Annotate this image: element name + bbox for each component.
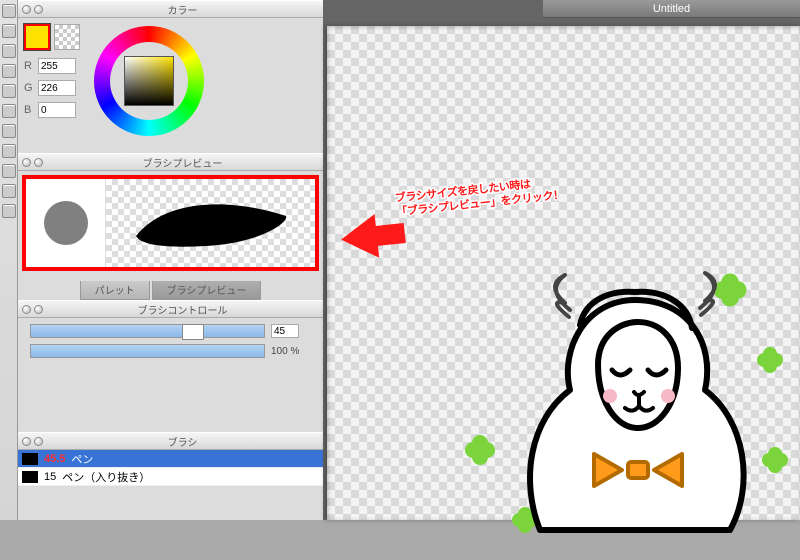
size-slider[interactable]	[30, 324, 265, 338]
brush-item[interactable]: 15 ペン（入り抜き）	[18, 468, 323, 486]
brush-control-panel: 100 %	[18, 318, 323, 370]
tool-button[interactable]	[2, 64, 16, 78]
collapse-icon[interactable]	[34, 437, 43, 446]
color-panel-title: カラー	[46, 2, 319, 17]
brush-size-label: 45.5	[44, 453, 65, 465]
brush-name-label: ペン（入り抜き）	[62, 469, 150, 485]
document-tab[interactable]: Untitled	[543, 0, 800, 18]
b-input[interactable]	[38, 102, 76, 118]
brush-control-title: ブラシコントロール	[46, 302, 319, 317]
color-panel: R G B	[18, 18, 323, 153]
r-input[interactable]	[38, 58, 76, 74]
tool-palette	[0, 0, 18, 520]
tool-button[interactable]	[2, 204, 16, 218]
brush-list-panel: ブラシ 45.5 ペン 15 ペン（入り抜き）	[18, 430, 323, 486]
tool-button[interactable]	[2, 144, 16, 158]
g-input[interactable]	[38, 80, 76, 96]
tool-button[interactable]	[2, 104, 16, 118]
brush-item[interactable]: 45.5 ペン	[18, 450, 323, 468]
tool-button[interactable]	[2, 24, 16, 38]
brush-preview-box[interactable]	[22, 175, 319, 271]
brush-size-label: 15	[44, 471, 56, 483]
close-icon[interactable]	[22, 5, 31, 14]
brush-list-header: ブラシ	[18, 432, 323, 450]
opacity-slider[interactable]	[30, 344, 265, 358]
g-label: G	[24, 82, 34, 94]
brush-preview-header: ブラシプレビュー	[18, 153, 323, 171]
foreground-color-swatch[interactable]	[24, 24, 50, 50]
brush-list-title: ブラシ	[46, 434, 319, 449]
close-icon[interactable]	[22, 305, 31, 314]
b-label: B	[24, 104, 34, 116]
tool-button[interactable]	[2, 124, 16, 138]
collapse-icon[interactable]	[34, 158, 43, 167]
size-input[interactable]	[271, 324, 299, 338]
sv-box[interactable]	[124, 56, 174, 106]
brush-control-header: ブラシコントロール	[18, 300, 323, 318]
tool-button[interactable]	[2, 44, 16, 58]
brush-chip-icon	[22, 453, 38, 465]
tool-button[interactable]	[2, 84, 16, 98]
brush-preview-title: ブラシプレビュー	[46, 155, 319, 170]
tab-palette[interactable]: パレット	[80, 279, 150, 300]
side-panels: カラー R G B	[18, 0, 323, 520]
preview-tabs: パレット ブラシプレビュー	[18, 279, 323, 300]
canvas[interactable]	[327, 26, 800, 520]
spacer	[18, 370, 323, 430]
brush-preview-panel	[18, 171, 323, 281]
collapse-icon[interactable]	[34, 5, 43, 14]
brush-stroke-preview	[106, 179, 315, 267]
tool-button[interactable]	[2, 4, 16, 18]
slider-thumb[interactable]	[182, 324, 204, 340]
tool-button[interactable]	[2, 184, 16, 198]
brush-name-label: ペン	[71, 451, 93, 467]
color-panel-header: カラー	[18, 0, 323, 18]
opacity-value: 100 %	[271, 346, 311, 357]
r-label: R	[24, 60, 34, 72]
tab-brush-preview[interactable]: ブラシプレビュー	[152, 279, 262, 300]
tool-button[interactable]	[2, 164, 16, 178]
brush-chip-icon	[22, 471, 38, 483]
canvas-drawing	[410, 230, 800, 560]
collapse-icon[interactable]	[34, 305, 43, 314]
brush-tip-preview	[26, 179, 106, 267]
close-icon[interactable]	[22, 437, 31, 446]
stroke-icon	[121, 188, 301, 258]
color-wheel[interactable]	[94, 26, 204, 136]
canvas-area: Untitled	[323, 0, 800, 520]
background-color-swatch[interactable]	[54, 24, 80, 50]
brush-tip-circle	[44, 201, 88, 245]
close-icon[interactable]	[22, 158, 31, 167]
